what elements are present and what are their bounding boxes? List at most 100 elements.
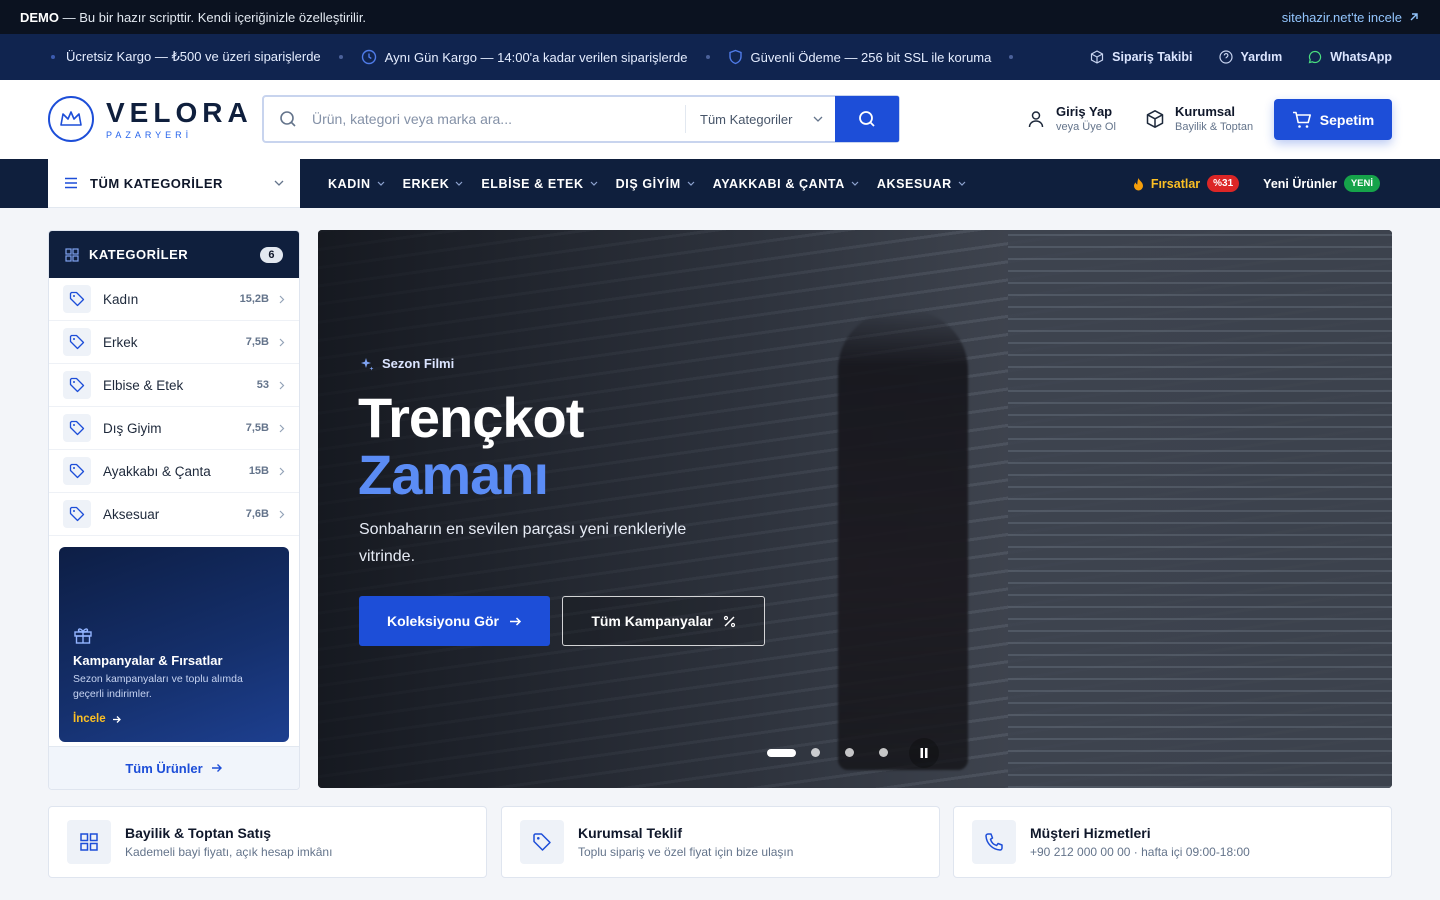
hero-shutter-image [1008,230,1392,788]
nav-item-ayakkabi-canta[interactable]: AYAKKABI & ÇANTA [713,177,859,191]
brand-name: VELORA [106,96,253,128]
nav-item-elbise-etek[interactable]: ELBİSE & ETEK [481,177,598,191]
nav-item-erkek[interactable]: ERKEK [403,177,464,191]
search-button[interactable] [835,96,899,142]
corporate-offer-card[interactable]: Kurumsal Teklif Toplu sipariş ve özel fi… [501,806,940,878]
nav-item-dis-giyim[interactable]: DIŞ GİYİM [616,177,695,191]
site-header: VELORA PAZARYERİ Tüm Kategoriler Giriş Y… [0,80,1440,159]
carousel-pause-button[interactable] [909,738,939,768]
corporate-link[interactable]: Kurumsal Bayilik & Toptan [1145,104,1253,133]
carousel-dot-3[interactable] [845,748,854,757]
login-link[interactable]: Giriş Yap veya Üye Ol [1026,104,1116,133]
hero-subtitle: Sonbaharın en sevilen parçası yeni renkl… [359,521,687,565]
category-count: 53 [256,379,269,391]
chevron-right-icon [279,381,285,389]
cart-icon [1292,111,1311,128]
help-link[interactable]: Yardım [1218,50,1282,64]
search-category-select[interactable]: Tüm Kategoriler [685,105,835,133]
tag-icon [63,414,91,442]
card-description: Kademeli bayi fiyatı, açık hesap imkânı [125,845,333,859]
nav-menu: KADIN ERKEK ELBİSE & ETEK DIŞ GİYİM AYAK… [328,159,966,208]
sidebar-count-badge: 6 [260,246,283,263]
tag-icon [63,457,91,485]
flame-icon [1133,177,1143,190]
nav-item-aksesuar[interactable]: AKSESUAR [877,177,966,191]
carousel-dot-4[interactable] [879,748,888,757]
view-collection-label: Koleksiyonu Gör [386,613,500,629]
info-bar: Ücretsiz Kargo — ₺500 ve üzeri siparişle… [0,34,1440,80]
demo-link-label[interactable]: sitehazir.net'te incele [1282,10,1402,25]
sidebar-item-elbise-etek[interactable]: Elbise & Etek 53 [49,364,299,407]
chevron-right-icon [279,338,285,346]
login-title: Giriş Yap [1056,104,1113,119]
search-input[interactable] [312,97,685,141]
nav-item-kadin[interactable]: KADIN [328,177,385,191]
category-name: Ayakkabı & Çanta [103,463,211,479]
all-categories-button[interactable]: TÜM KATEGORİLER [48,159,300,208]
deals-link[interactable]: Fırsatlar %31 [1133,175,1240,192]
deals-label: Fırsatlar [1150,176,1201,191]
category-sidebar: KATEGORİLER 6 Kadın 15,2B Erkek 7,5B Elb… [48,230,300,790]
arrow-up-right-icon [1410,13,1418,21]
separator [705,55,710,59]
whatsapp-link[interactable]: WhatsApp [1308,50,1392,64]
hero-banner[interactable]: Sezon Filmi Trençkot Zamanı Sonbaharın e… [318,230,1392,788]
all-campaigns-button[interactable]: Tüm Kampanyalar [562,596,765,646]
hero-title-line2: Zamanı [358,443,549,506]
chevron-down-icon [958,181,966,186]
category-count: 15B [248,465,269,477]
brand-logo[interactable]: VELORA PAZARYERİ [48,96,253,142]
category-name: Elbise & Etek [103,377,184,393]
clock-icon [361,49,376,65]
category-count: 7,5B [245,422,269,434]
order-tracking-link[interactable]: Sipariş Takibi [1090,50,1193,64]
view-collection-button[interactable]: Koleksiyonu Gör [359,596,550,646]
sidebar-item-erkek[interactable]: Erkek 7,5B [49,321,299,364]
main-nav: TÜM KATEGORİLER KADIN ERKEK ELBİSE & ETE… [0,159,1440,208]
carousel-dot-1[interactable] [767,748,796,757]
search-bar: Tüm Kategoriler [262,95,900,143]
carousel-dot-2[interactable] [811,748,820,757]
tag-icon [63,328,91,356]
phone-icon [972,820,1016,864]
promo-description: Sezon kampanyaları ve toplu alımda geçer… [73,673,243,700]
sidebar-item-dis-giyim[interactable]: Dış Giyim 7,5B [49,407,299,450]
sidebar-item-kadin[interactable]: Kadın 15,2B [49,278,299,321]
separator [338,55,343,59]
crown-icon [48,96,94,142]
secure-payment-info: Güvenli Ödeme — 256 bit SSL ile koruma [728,49,991,65]
chevron-down-icon [687,181,695,186]
box-icon [1146,109,1164,128]
hero-model-image [838,310,968,770]
sidebar-item-ayakkabi-canta[interactable]: Ayakkabı & Çanta 15B [49,450,299,493]
info-links: Sipariş Takibi Yardım WhatsApp [1090,50,1392,64]
grid-icon [67,820,111,864]
demo-text: DEMO — Bu bir hazır scripttir. Kendi içe… [20,9,367,25]
category-name: Aksesuar [103,506,160,522]
new-products-link[interactable]: Yeni Ürünler YENİ [1263,175,1380,192]
chat-bubble-icon [1308,50,1322,64]
same-day-info: Aynı Gün Kargo — 14:00'a kadar verilen s… [361,49,688,65]
all-products-link[interactable]: Tüm Ürünler [49,746,299,789]
tag-icon [63,371,91,399]
login-sub: veya Üye Ol [1056,121,1116,133]
gift-icon [74,628,92,644]
hero-title-line1: Trençkot [358,386,584,449]
promo-link[interactable]: İncele [73,713,122,725]
tag-icon [63,285,91,313]
chevron-down-icon [590,181,598,186]
customer-service-card[interactable]: Müşteri Hizmetleri +90 212 000 00 00 · h… [953,806,1392,878]
demo-link[interactable]: sitehazir.net'te incele [1282,10,1420,25]
sidebar-title: KATEGORİLER [89,247,189,262]
sidebar-item-aksesuar[interactable]: Aksesuar 7,6B [49,493,299,536]
free-shipping-info: Ücretsiz Kargo — ₺500 ve üzeri siparişle… [48,49,321,65]
menu-icon [65,177,77,189]
all-products-label: Tüm Ürünler [125,760,203,776]
brand-sub: PAZARYERİ [106,129,193,140]
wholesale-card[interactable]: Bayilik & Toptan Satış Kademeli bayi fiy… [48,806,487,878]
promo-card[interactable]: Kampanyalar & Fırsatlar Sezon kampanyala… [59,547,289,742]
corporate-title: Kurumsal [1175,104,1235,119]
separator [1009,55,1014,59]
cart-button[interactable]: Sepetim [1274,99,1392,140]
carousel-dots [767,748,913,757]
